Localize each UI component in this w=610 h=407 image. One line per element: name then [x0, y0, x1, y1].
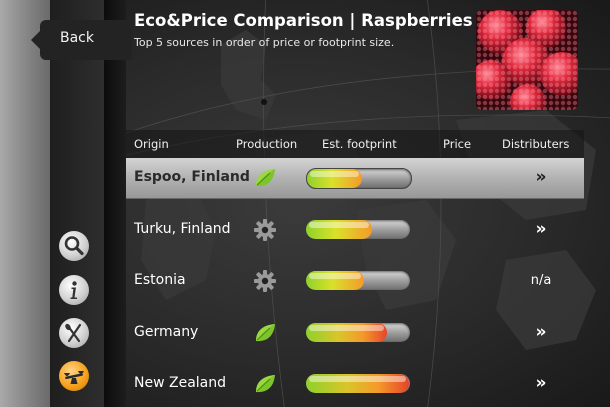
distributers-button[interactable]: » — [526, 322, 556, 342]
table-row[interactable]: Turku, Finland » — [126, 210, 584, 250]
origin-label: Estonia — [134, 272, 186, 288]
leaf-icon — [253, 321, 277, 345]
footprint-bar-fill — [307, 169, 363, 188]
origin-label: Germany — [134, 323, 199, 340]
gear-icon — [253, 269, 277, 293]
footprint-bar — [306, 322, 410, 342]
info-icon[interactable] — [59, 275, 89, 305]
footprint-bar-fill — [306, 219, 372, 239]
distributers-button[interactable]: » — [526, 167, 556, 187]
sidebar-rail-edge — [104, 0, 126, 407]
gear-icon — [253, 218, 277, 242]
footprint-bar — [306, 271, 410, 290]
table-row[interactable]: Estonia n/a — [126, 261, 584, 301]
column-footprint: Est. footprint — [322, 137, 397, 151]
column-production: Production — [236, 137, 298, 151]
distributers-button[interactable]: » — [526, 219, 556, 239]
footprint-bar — [306, 219, 410, 239]
origin-label: Turku, Finland — [134, 220, 231, 237]
page-title: Eco&Price Comparison | Raspberries — [134, 11, 473, 30]
column-distributers: Distributers — [502, 137, 570, 151]
scale-icon[interactable] — [59, 361, 89, 391]
footprint-bar-fill — [306, 374, 409, 393]
footprint-bar — [306, 374, 410, 393]
column-origin: Origin — [134, 137, 169, 151]
table-row[interactable]: New Zealand » — [126, 364, 584, 404]
table-row[interactable]: Germany » — [126, 313, 584, 353]
page-subtitle: Top 5 sources in order of price or footp… — [134, 36, 395, 49]
footprint-bar-fill — [306, 271, 365, 290]
column-price: Price — [443, 137, 472, 151]
origin-label: Espoo, Finland — [134, 169, 250, 185]
raspberry-image — [476, 10, 578, 110]
footprint-bar — [306, 168, 412, 189]
distributers-button[interactable]: » — [526, 373, 556, 393]
back-label: Back — [60, 30, 94, 46]
left-edge-panel — [0, 0, 50, 407]
table-header: Origin Production Est. footprint Price D… — [126, 130, 584, 158]
leaf-icon — [253, 372, 277, 396]
cutlery-icon[interactable] — [59, 318, 89, 348]
distributers-na: n/a — [530, 273, 552, 288]
leaf-icon — [253, 166, 277, 190]
back-button[interactable]: Back — [31, 20, 132, 60]
search-icon[interactable] — [59, 231, 89, 261]
table-row[interactable]: Espoo, Finland » — [126, 158, 584, 198]
product-photo — [476, 10, 578, 110]
origin-label: New Zealand — [134, 375, 226, 391]
footprint-bar-fill — [306, 322, 388, 342]
